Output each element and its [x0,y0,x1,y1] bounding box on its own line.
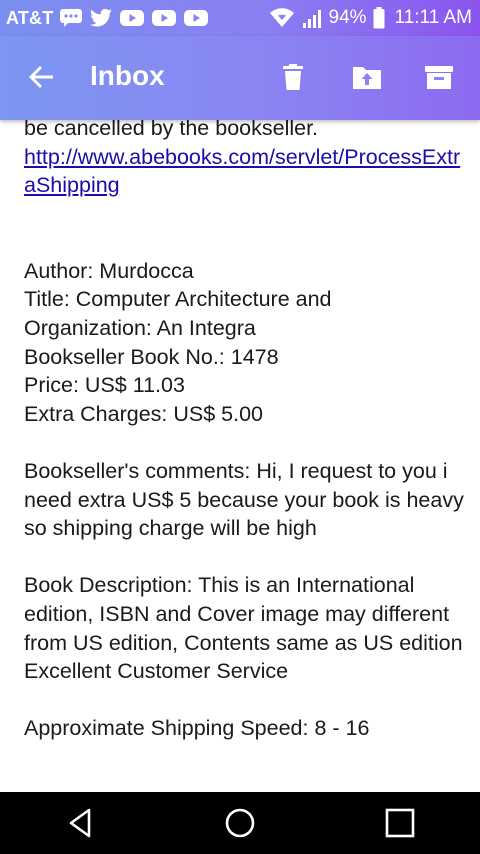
shipping-speed-line: Approximate Shipping Speed: 8 - 16 [24,716,370,741]
process-shipping-link[interactable]: http://www.abebooks.com/servlet/ProcessE… [24,145,460,198]
youtube-icon [119,8,145,28]
book-number-line: Bookseller Book No.: 1478 [24,344,279,369]
twitter-icon [89,8,113,28]
wifi-icon [269,7,295,29]
clock: 11:11 AM [394,7,472,28]
youtube-icon [183,8,209,28]
carrier-label: AT&T [6,7,54,28]
battery-icon [373,7,385,29]
status-bar: AT&T 94% 11:11 AM [0,0,480,36]
page-title: Inbox [90,60,165,91]
app-bar: Inbox [0,36,480,120]
back-arrow-icon[interactable] [26,62,56,92]
book-description: Book Description: This is an Internation… [24,573,463,684]
nav-home-button[interactable] [210,798,270,848]
email-body: be cancelled by the bookseller. http://w… [24,114,464,792]
message-icon [59,8,83,28]
youtube-icon [151,8,177,28]
title-line: Title: Computer Architecture and Organiz… [24,287,332,340]
battery-percent: 94% [328,7,367,28]
system-nav-bar [0,792,480,854]
delete-icon[interactable] [276,60,310,94]
archive-icon[interactable] [422,60,456,94]
nav-back-button[interactable] [50,798,110,848]
bookseller-comments: Bookseller's comments: Hi, I request to … [24,458,464,541]
author-line: Author: Murdocca [24,258,194,283]
nav-recents-button[interactable] [370,798,430,848]
extra-charges-line: Extra Charges: US$ 5.00 [24,401,264,426]
move-to-folder-icon[interactable] [350,60,384,94]
signal-icon [301,7,323,29]
price-line: Price: US$ 11.03 [24,373,185,398]
